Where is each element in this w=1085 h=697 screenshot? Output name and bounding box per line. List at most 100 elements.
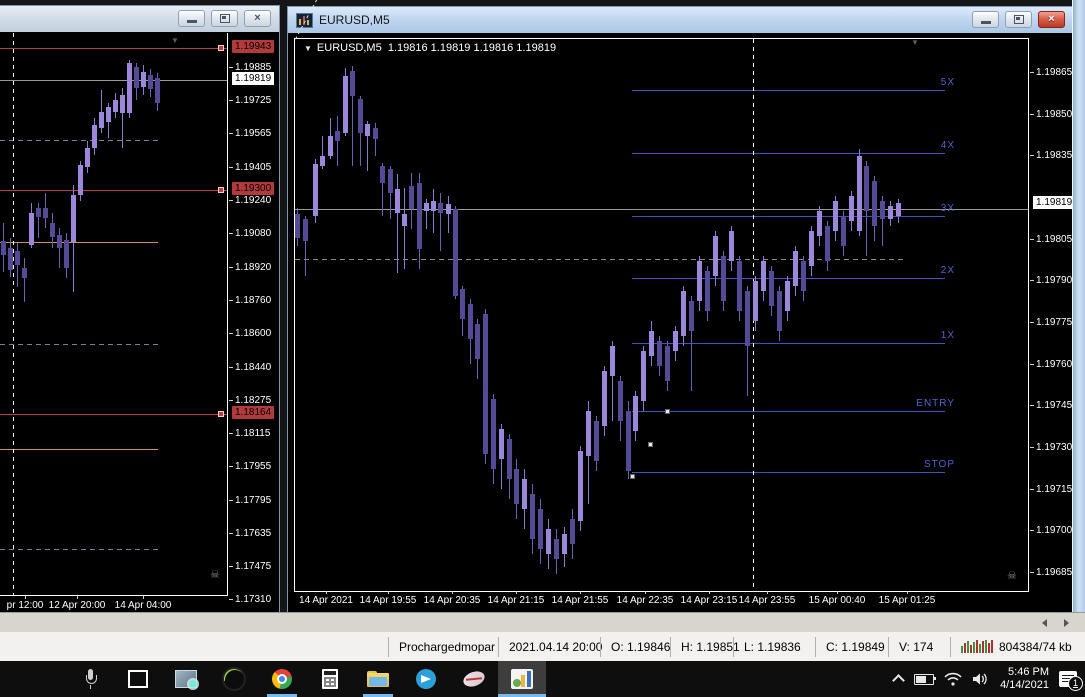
time-tick xyxy=(77,596,78,599)
status-item: 2021.04.14 20:00 xyxy=(498,636,602,657)
candle-body xyxy=(499,429,504,459)
candle-body xyxy=(491,399,496,469)
taskbar-computer-search-button[interactable] xyxy=(162,661,210,697)
minimize-icon xyxy=(980,21,991,24)
time-tick xyxy=(326,591,327,594)
restore-button[interactable] xyxy=(211,10,238,27)
candle-wick xyxy=(17,243,18,287)
volume-icon[interactable] xyxy=(972,672,990,686)
alert-level-handle[interactable] xyxy=(218,187,224,193)
trendline-handle[interactable] xyxy=(647,441,653,447)
time-tick xyxy=(452,591,453,594)
price-tick-label: 1.19745 xyxy=(1029,400,1073,411)
candle-body xyxy=(438,203,443,213)
left-plot[interactable]: ▼ ☠ xyxy=(0,33,228,596)
window-left-titlebar[interactable]: × xyxy=(0,6,279,33)
main-time-axis: 14 Apr 2021 14 Apr 19:55 14 Apr 20:35 14 Ap… xyxy=(294,591,1027,609)
taskbar-snipping-tool-button[interactable] xyxy=(450,661,498,697)
candle-body xyxy=(453,209,458,296)
battery-icon[interactable] xyxy=(914,673,937,685)
alert-level-handle[interactable] xyxy=(218,411,224,417)
price-tick-label: 1.19775 xyxy=(1029,317,1073,328)
candle-body xyxy=(857,156,862,231)
time-tick xyxy=(767,591,768,594)
candle-wick xyxy=(440,193,441,251)
taskbar-task-view-button[interactable] xyxy=(114,661,162,697)
level-label-entry: ENTRY xyxy=(916,398,955,409)
window-left-chart: × ▼ ☠ 1.19943 1.19885 1.19819 1.19725 1.19565… xyxy=(0,5,280,613)
taskbar-telegram-button[interactable] xyxy=(402,661,450,697)
price-tick-label: 1.18115 xyxy=(228,428,271,439)
level-line-1x xyxy=(632,343,945,344)
candle-body xyxy=(36,208,41,217)
workspace-hscrollbar[interactable] xyxy=(0,612,1085,633)
snipping-tool-icon xyxy=(461,668,487,690)
main-plot[interactable]: ▼ EURUSD,M5 1.19816 1.19819 1.19816 1.198… xyxy=(294,0,1029,592)
alert-level-line xyxy=(0,190,227,191)
tray-chevron-up-icon[interactable] xyxy=(894,676,904,682)
round-app-icon xyxy=(222,667,246,691)
candle-body xyxy=(665,346,670,381)
alert-level-handle[interactable] xyxy=(218,45,224,51)
scroll-left-button[interactable] xyxy=(1036,616,1052,630)
time-tick-label: 15 Apr 01:25 xyxy=(878,595,936,606)
price-tick-label: 1.19685 xyxy=(1029,567,1073,578)
taskbar-calculator-button[interactable] xyxy=(306,661,354,697)
price-tick-label: 1.19790 xyxy=(1029,275,1073,286)
candle-body xyxy=(610,346,615,376)
candle-body xyxy=(769,271,774,306)
candle-body xyxy=(446,204,451,214)
restore-button[interactable] xyxy=(1005,11,1032,28)
clock-time: 5:46 PM xyxy=(1008,666,1049,678)
tray-clock[interactable]: 5:46 PM 4/14/2021 xyxy=(1000,666,1049,692)
candle-body xyxy=(328,136,333,156)
trendline-handle[interactable] xyxy=(630,474,635,479)
candle-body xyxy=(78,165,83,195)
price-tick-label: 1.19700 xyxy=(1029,525,1073,536)
microphone-icon xyxy=(85,669,97,689)
restore-icon xyxy=(219,14,230,23)
taskbar-metatrader-button[interactable] xyxy=(498,661,546,697)
notification-center-icon[interactable]: 1 xyxy=(1059,671,1083,691)
chart-legend: ▼ EURUSD,M5 1.19816 1.19819 1.19816 1.198… xyxy=(304,42,556,54)
candle-body xyxy=(737,261,742,311)
taskbar-microphone-button[interactable] xyxy=(66,661,114,697)
candle-body xyxy=(761,261,766,291)
computer-search-icon xyxy=(175,670,199,690)
price-tick-label: 1.18600 xyxy=(228,328,272,339)
price-tick-label: 1.19080 xyxy=(228,228,272,239)
candle-body xyxy=(673,331,678,351)
taskbar-round-app-button[interactable] xyxy=(210,661,258,697)
time-tick xyxy=(143,596,144,599)
close-button[interactable]: × xyxy=(1038,11,1065,28)
time-tick xyxy=(645,591,646,594)
time-tick-label: pr 12:00 xyxy=(6,600,44,611)
taskbar-file-explorer-button[interactable] xyxy=(354,661,402,697)
candle-body xyxy=(713,236,718,276)
status-item: H: 1.19851 xyxy=(670,636,740,657)
window-main-titlebar[interactable]: EURUSD,M5 × xyxy=(288,7,1073,34)
time-tick-label: 14 Apr 23:15 xyxy=(680,595,738,606)
trendline-handle[interactable] xyxy=(665,409,670,414)
minimize-button[interactable] xyxy=(178,10,205,27)
candle-wick xyxy=(59,228,60,268)
candle-body xyxy=(71,195,76,242)
alert-level-line xyxy=(0,414,227,415)
taskbar-icons xyxy=(66,661,546,697)
price-tick-label: 1.17635 xyxy=(228,528,272,539)
legend-quotes: 1.19816 1.19819 1.19816 1.19819 xyxy=(387,42,557,54)
telegram-icon xyxy=(416,669,436,689)
candle-body xyxy=(888,206,893,219)
wifi-icon[interactable] xyxy=(944,672,962,686)
notification-badge: 1 xyxy=(1068,676,1083,691)
taskbar-chrome-button[interactable] xyxy=(258,661,306,697)
candle-body xyxy=(468,304,473,339)
minimize-button[interactable] xyxy=(972,11,999,28)
candle-body xyxy=(841,216,846,246)
candle-body xyxy=(594,421,599,461)
time-tick-label: 15 Apr 00:40 xyxy=(808,595,866,606)
desktop: × ▼ ☠ 1.19943 1.19885 1.19819 1.19725 1.19565… xyxy=(0,0,1085,697)
scroll-right-button[interactable] xyxy=(1058,616,1074,630)
close-button[interactable]: × xyxy=(244,10,271,27)
price-tick-label: 1.17795 xyxy=(228,495,272,506)
